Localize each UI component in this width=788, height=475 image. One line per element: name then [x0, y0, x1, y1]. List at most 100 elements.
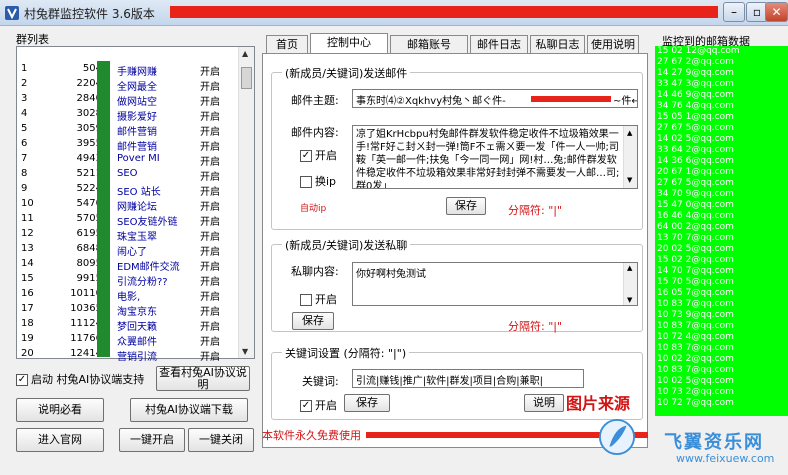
view-protocol-button[interactable]: 查看村兔AI协议说明: [156, 366, 250, 391]
change-ip-checkbox[interactable]: 换ip: [300, 173, 336, 189]
group-list-row[interactable]: 8 5211 SEO 开启: [17, 166, 239, 183]
scroll-up-icon[interactable]: ▲: [242, 49, 248, 58]
tab-email-accounts[interactable]: 邮箱账号: [390, 35, 468, 54]
tab-control-center[interactable]: 控制中心: [310, 33, 388, 54]
scroll-up-icon[interactable]: ▲: [627, 127, 632, 140]
group-list-row[interactable]: 19 11766 众翼邮件 开启: [17, 331, 239, 348]
email-row[interactable]: 20 67 1@qq.com: [655, 167, 788, 178]
body-textarea[interactable]: 凉了姐KrHcbpu村兔邮件群发软件稳定收件不垃圾箱效果一手!常F好こ封ㄨ封一弹…: [352, 125, 638, 189]
email-row[interactable]: 10 83 7@qq.com: [655, 343, 788, 354]
email-enable-checkbox[interactable]: ✓ 开启: [300, 147, 337, 163]
email-row[interactable]: 14 02 5@qq.com: [655, 134, 788, 145]
email-row[interactable]: 20 02 5@qq.com: [655, 244, 788, 255]
close-button[interactable]: ✕: [765, 2, 788, 22]
email-row[interactable]: 14 36 6@qq.com: [655, 156, 788, 167]
email-row[interactable]: 14 70 7@qq.com: [655, 266, 788, 277]
group-list-row[interactable]: 2 2204 全网最全 开启: [17, 76, 239, 93]
notice-button[interactable]: 说明必看: [16, 398, 104, 422]
email-row[interactable]: 10 83 7@qq.com: [655, 321, 788, 332]
group-list-row[interactable]: 17 10365 淘宝京东 开启: [17, 301, 239, 318]
email-row[interactable]: 14 46 9@qq.com: [655, 90, 788, 101]
email-row[interactable]: 15 47 0@qq.com: [655, 200, 788, 211]
group-list-row[interactable]: 10 5470 网赚论坛 开启: [17, 196, 239, 213]
email-row[interactable]: 15 02 2@qq.com: [655, 255, 788, 266]
email-row[interactable]: 34 76 4@qq.com: [655, 101, 788, 112]
group-list-row[interactable]: 3 2840 做网站空 开启: [17, 91, 239, 108]
scroll-down-icon[interactable]: ▼: [242, 347, 248, 356]
group-list[interactable]: 1 504 手赚网赚 开启 2 2204 全网最全 开启 3 2840 做网站空 开启 4 3028 摄影爱…: [16, 46, 255, 363]
checkmark-icon[interactable]: ✓: [300, 400, 312, 412]
subject-input[interactable]: 事东时⑷②Xqkhvy村兔丶邮ぐ件- ~件←: [352, 89, 638, 108]
email-row[interactable]: 34 70 9@qq.com: [655, 189, 788, 200]
group-list-scrollbar[interactable]: ▲ ▼: [238, 47, 254, 358]
email-row[interactable]: 27 67 2@qq.com: [655, 57, 788, 68]
group-list-row[interactable]: 1 504 手赚网赚 开启: [17, 61, 239, 78]
email-row[interactable]: 10 73 2@qq.com: [655, 387, 788, 398]
keyword-enable-checkbox[interactable]: ✓ 开启: [300, 397, 337, 413]
group-list-row[interactable]: 18 11124 梦回天籁 开启: [17, 316, 239, 333]
keyword-save-button[interactable]: 保存: [344, 394, 390, 412]
checkbox-empty-icon[interactable]: [300, 294, 312, 306]
download-protocol-button[interactable]: 村兔AI协议端下载: [130, 398, 248, 422]
body-scrollbar[interactable]: ▲ ▼: [623, 126, 637, 188]
checkbox-empty-icon[interactable]: [300, 176, 312, 188]
group-list-row[interactable]: 6 3955 邮件营销 开启: [17, 136, 239, 153]
group-list-row[interactable]: 9 5224 SEO 站长 开启: [17, 181, 239, 198]
tab-instructions[interactable]: 使用说明: [587, 35, 639, 54]
email-row[interactable]: 33 47 3@qq.com: [655, 79, 788, 90]
monitored-email-list[interactable]: 15 02 12@qq.com 27 67 2@qq.com 14 27 9@qq.…: [655, 46, 788, 416]
pm-scrollbar[interactable]: ▲ ▼: [623, 263, 637, 305]
email-row[interactable]: 10 73 9@qq.com: [655, 310, 788, 321]
email-row[interactable]: 14 27 9@qq.com: [655, 68, 788, 79]
group-list-row[interactable]: 12 6195 珠宝玉翠 开启: [17, 226, 239, 243]
checkmark-icon[interactable]: ✓: [300, 150, 312, 162]
pm-content-textarea[interactable]: 你好啊村兔测试 ▲ ▼: [352, 262, 638, 306]
email-row[interactable]: 13 70 7@qq.com: [655, 233, 788, 244]
group-list-row[interactable]: 16 10110 电影, 开启: [17, 286, 239, 303]
pm-save-button[interactable]: 保存: [292, 312, 334, 330]
email-row[interactable]: 10 02 2@qq.com: [655, 354, 788, 365]
email-row[interactable]: 10 72 7@qq.com: [655, 398, 788, 409]
group-list-row[interactable]: 13 6848 闹心了 开启: [17, 241, 239, 258]
email-save-button[interactable]: 保存: [446, 197, 486, 215]
scroll-down-icon[interactable]: ▼: [627, 296, 632, 304]
group-list-row[interactable]: 7 4943 Pover MI 开启: [17, 151, 239, 168]
group-index: 9: [21, 183, 28, 194]
disable-all-button[interactable]: 一键关闭: [188, 428, 254, 452]
start-ai-protocol-checkbox[interactable]: ✓ 启动 村兔AI协议端支持: [16, 371, 144, 387]
keyword-input[interactable]: 引流|赚钱|推广|软件|群发|项目|合购|兼职|: [352, 369, 584, 388]
pm-enable-checkbox[interactable]: 开启: [300, 291, 337, 307]
tab-home[interactable]: 首页: [266, 35, 308, 54]
email-row[interactable]: 27 67 5@qq.com: [655, 123, 788, 134]
group-index: 13: [21, 243, 34, 254]
checkmark-icon[interactable]: ✓: [16, 374, 28, 386]
email-row[interactable]: 10 72 4@qq.com: [655, 332, 788, 343]
tab-pm-log[interactable]: 私聊日志: [530, 35, 585, 54]
email-row[interactable]: 15 05 1@qq.com: [655, 112, 788, 123]
group-list-row[interactable]: 14 8095 EDM邮件交流 开启: [17, 256, 239, 273]
group-list-row[interactable]: 4 3028 摄影爱好 开启: [17, 106, 239, 123]
enable-all-button[interactable]: 一键开启: [119, 428, 185, 452]
scroll-thumb[interactable]: [241, 67, 252, 89]
keyword-help-button[interactable]: 说明: [524, 394, 564, 412]
email-row[interactable]: 27 67 5@qq.com: [655, 178, 788, 189]
group-list-row[interactable]: 15 9915 引流分粉?? 开启: [17, 271, 239, 288]
tab-email-log[interactable]: 邮件日志: [470, 35, 528, 54]
email-row[interactable]: 16 46 4@qq.com: [655, 211, 788, 222]
scroll-up-icon[interactable]: ▲: [627, 264, 632, 272]
minimize-button[interactable]: –: [723, 2, 745, 22]
email-row[interactable]: 16 05 7@qq.com: [655, 288, 788, 299]
email-row[interactable]: 15 02 12@qq.com: [655, 46, 788, 57]
group-list-row[interactable]: 5 3059 邮件营销 开启: [17, 121, 239, 138]
email-row[interactable]: 64 00 2@qq.com: [655, 222, 788, 233]
group-list-row[interactable]: 20 12414 营销引流 开启: [17, 346, 239, 363]
email-row[interactable]: 10 83 7@qq.com: [655, 299, 788, 310]
email-row[interactable]: 33 64 2@qq.com: [655, 145, 788, 156]
scroll-down-icon[interactable]: ▼: [627, 174, 632, 187]
email-row[interactable]: 10 02 5@qq.com: [655, 376, 788, 387]
group-list-row[interactable]: 11 5705 SEO友链外链 开启: [17, 211, 239, 228]
group-index: 19: [21, 333, 34, 344]
visit-site-button[interactable]: 进入官网: [16, 428, 104, 452]
email-row[interactable]: 15 70 5@qq.com: [655, 277, 788, 288]
email-row[interactable]: 10 83 7@qq.com: [655, 365, 788, 376]
